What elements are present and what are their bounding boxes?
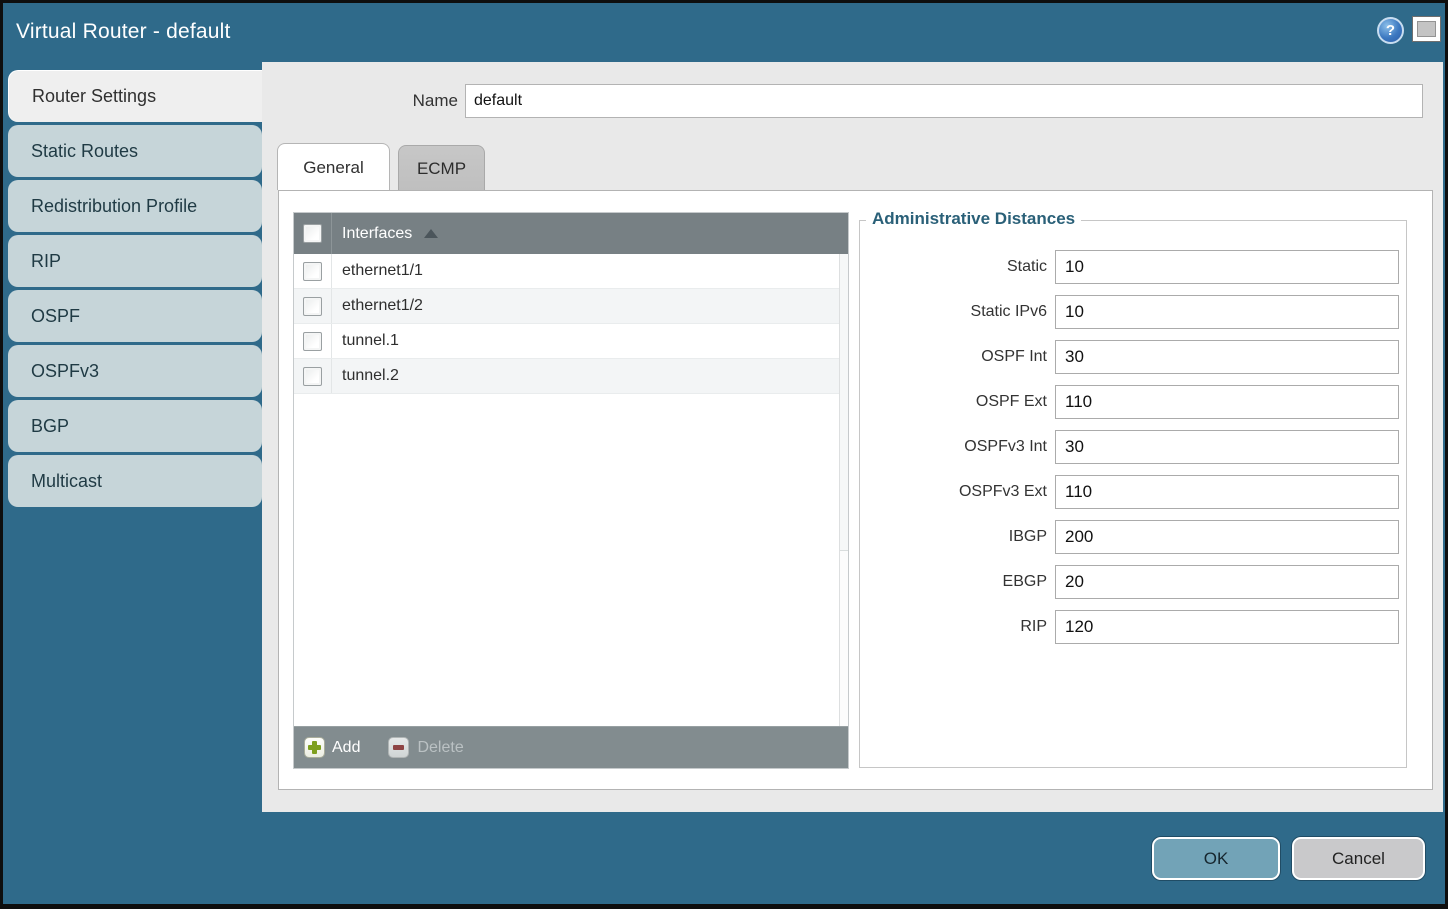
help-glyph: ? (1386, 22, 1395, 39)
ospfv3-ext-input[interactable] (1055, 475, 1399, 509)
field-row-ebgp: EBGP (860, 565, 1406, 599)
table-row[interactable]: ethernet1/1 (294, 254, 839, 289)
row-checkbox[interactable] (303, 332, 322, 351)
field-row-rip: RIP (860, 610, 1406, 644)
grid-scrollbar[interactable] (839, 254, 848, 726)
field-row-ospfv3-int: OSPFv3 Int (860, 430, 1406, 464)
field-label: OSPFv3 Int (860, 438, 1047, 456)
name-label: Name (262, 84, 458, 118)
field-row-ospf-ext: OSPF Ext (860, 385, 1406, 419)
delete-button[interactable]: Delete (388, 737, 463, 758)
interface-name: tunnel.2 (342, 367, 399, 385)
select-all-checkbox[interactable] (303, 224, 322, 243)
interfaces-grid: Interfaces ethernet1/1 ethernet (293, 212, 849, 769)
ospfv3-int-input[interactable] (1055, 430, 1399, 464)
row-checkbox-cell (294, 359, 332, 393)
interface-name: tunnel.1 (342, 332, 399, 350)
tab-ecmp[interactable]: ECMP (398, 145, 485, 190)
general-tab-panel: Interfaces ethernet1/1 ethernet (278, 190, 1433, 790)
field-row-ospf-int: OSPF Int (860, 340, 1406, 374)
minus-icon (388, 737, 409, 758)
interfaces-grid-footer: Add Delete (294, 726, 848, 768)
field-label: OSPF Ext (860, 393, 1047, 411)
row-checkbox[interactable] (303, 297, 322, 316)
field-label: IBGP (860, 528, 1047, 546)
help-icon[interactable]: ? (1377, 17, 1404, 44)
interface-name: ethernet1/2 (342, 297, 423, 315)
rip-input[interactable] (1055, 610, 1399, 644)
field-label: Static (860, 258, 1047, 276)
table-row[interactable]: ethernet1/2 (294, 289, 839, 324)
dialog-titlebar: Virtual Router - default ? (3, 3, 1445, 62)
maximize-icon-inner (1417, 21, 1436, 37)
add-button[interactable]: Add (304, 737, 360, 758)
row-checkbox-cell (294, 254, 332, 288)
row-checkbox-cell (294, 324, 332, 358)
sidebar-item-ospf[interactable]: OSPF (8, 290, 262, 342)
plus-icon (304, 737, 325, 758)
table-row[interactable]: tunnel.2 (294, 359, 839, 394)
field-row-static: Static (860, 250, 1406, 284)
administrative-distances-fieldset: Administrative Distances Static Static I… (859, 220, 1407, 768)
add-button-label: Add (332, 739, 360, 757)
cancel-button[interactable]: Cancel (1292, 837, 1425, 880)
ebgp-input[interactable] (1055, 565, 1399, 599)
field-label: Static IPv6 (860, 303, 1047, 321)
tab-general[interactable]: General (277, 143, 390, 190)
fieldset-rows: Static Static IPv6 OSPF Int OSPF Ext (860, 221, 1406, 644)
interfaces-column-header[interactable]: Interfaces (342, 225, 412, 243)
static-ipv6-input[interactable] (1055, 295, 1399, 329)
sidebar-item-static-routes[interactable]: Static Routes (8, 125, 262, 177)
interfaces-grid-header[interactable]: Interfaces (294, 213, 848, 254)
ibgp-input[interactable] (1055, 520, 1399, 554)
sidebar-item-ospfv3[interactable]: OSPFv3 (8, 345, 262, 397)
field-row-static-ipv6: Static IPv6 (860, 295, 1406, 329)
field-label: OSPF Int (860, 348, 1047, 366)
name-input[interactable] (465, 84, 1423, 118)
virtual-router-dialog: Virtual Router - default ? Router Settin… (3, 3, 1445, 904)
delete-button-label: Delete (417, 739, 463, 757)
row-checkbox[interactable] (303, 367, 322, 386)
grid-scrollbar-thumb[interactable] (840, 254, 848, 551)
interface-name: ethernet1/1 (342, 262, 423, 280)
sidebar: Router Settings Static Routes Redistribu… (3, 62, 262, 904)
maximize-icon[interactable] (1412, 16, 1441, 42)
fieldset-legend: Administrative Distances (866, 209, 1081, 229)
field-label: EBGP (860, 573, 1047, 591)
sidebar-item-multicast[interactable]: Multicast (8, 455, 262, 507)
sort-ascending-icon (424, 229, 438, 238)
header-checkbox-cell (294, 213, 332, 254)
screen-frame: Virtual Router - default ? Router Settin… (0, 0, 1448, 909)
sidebar-item-router-settings[interactable]: Router Settings (8, 70, 262, 122)
field-label: OSPFv3 Ext (860, 483, 1047, 501)
content-area: Name General ECMP Interfaces (262, 62, 1443, 812)
ospf-ext-input[interactable] (1055, 385, 1399, 419)
ospf-int-input[interactable] (1055, 340, 1399, 374)
row-checkbox[interactable] (303, 262, 322, 281)
static-input[interactable] (1055, 250, 1399, 284)
table-row[interactable]: tunnel.1 (294, 324, 839, 359)
interfaces-grid-body: ethernet1/1 ethernet1/2 tunnel.1 (294, 254, 848, 726)
field-row-ospfv3-ext: OSPFv3 Ext (860, 475, 1406, 509)
row-checkbox-cell (294, 289, 332, 323)
sidebar-item-bgp[interactable]: BGP (8, 400, 262, 452)
sidebar-item-redistribution-profile[interactable]: Redistribution Profile (8, 180, 262, 232)
dialog-title: Virtual Router - default (16, 3, 231, 61)
field-row-ibgp: IBGP (860, 520, 1406, 554)
ok-button[interactable]: OK (1152, 837, 1280, 880)
field-label: RIP (860, 618, 1047, 636)
sidebar-item-rip[interactable]: RIP (8, 235, 262, 287)
